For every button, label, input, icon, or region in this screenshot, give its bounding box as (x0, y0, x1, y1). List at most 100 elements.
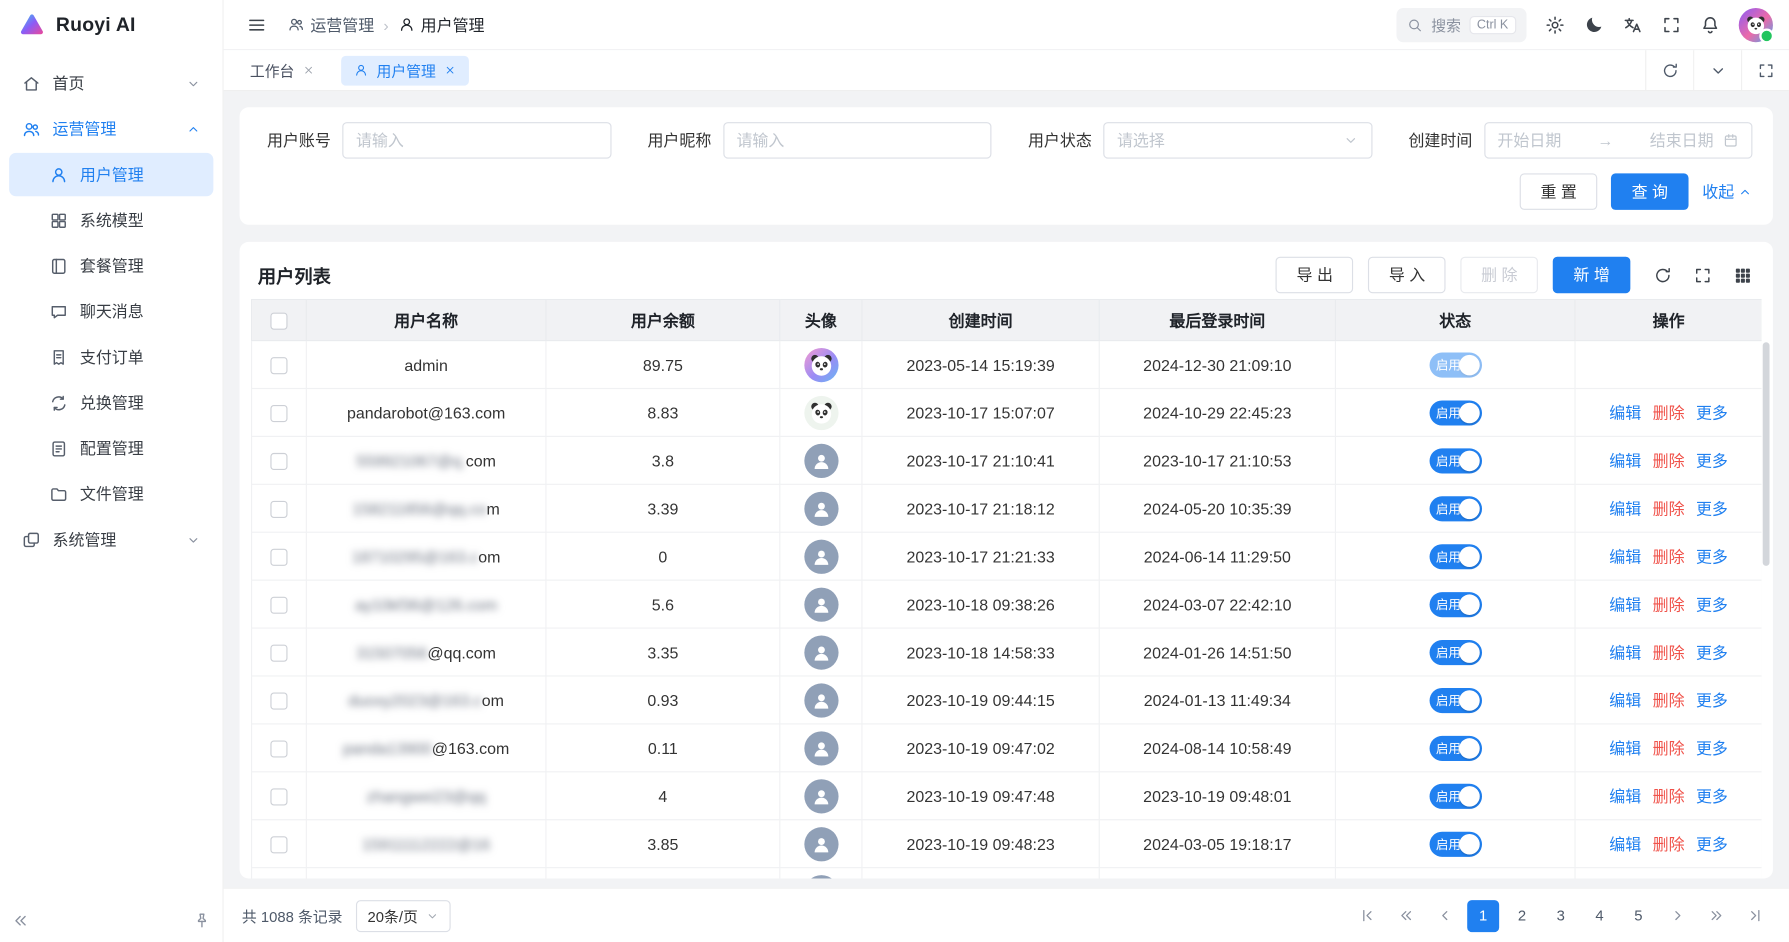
user-status-select[interactable]: 请选择 (1103, 122, 1372, 159)
more-link[interactable]: 更多 (1696, 401, 1728, 424)
sidebar-item-package-management[interactable]: 套餐管理 (9, 244, 213, 287)
more-link[interactable]: 更多 (1696, 784, 1728, 807)
jump-backward-button[interactable] (1390, 900, 1422, 932)
sidebar-item-file-management[interactable]: 文件管理 (9, 472, 213, 515)
row-checkbox[interactable] (270, 740, 287, 757)
user-account-input[interactable]: 请输入 (342, 122, 611, 159)
more-link[interactable]: 更多 (1696, 641, 1728, 664)
fullscreen-button[interactable] (1654, 7, 1688, 41)
edit-link[interactable]: 编辑 (1609, 545, 1641, 568)
sidebar-item-system-models[interactable]: 系统模型 (9, 199, 213, 242)
row-checkbox[interactable] (270, 453, 287, 470)
row-checkbox[interactable] (270, 405, 287, 422)
search-input[interactable]: 搜索 Ctrl K (1397, 7, 1527, 41)
delete-link[interactable]: 删除 (1653, 832, 1685, 855)
status-toggle[interactable]: 启用 (1429, 544, 1481, 569)
sidebar-item-chat-messages[interactable]: 聊天消息 (9, 290, 213, 333)
sidebar-item-user-management[interactable]: 用户管理 (9, 153, 213, 196)
close-icon[interactable] (302, 64, 315, 77)
sidebar-item-home[interactable]: 首页 (9, 62, 213, 105)
more-link[interactable]: 更多 (1696, 832, 1728, 855)
delete-link[interactable]: 删除 (1653, 593, 1685, 616)
last-page-button[interactable] (1739, 900, 1771, 932)
prev-page-button[interactable] (1428, 900, 1460, 932)
edit-link[interactable]: 编辑 (1609, 497, 1641, 520)
row-checkbox[interactable] (270, 357, 287, 374)
delete-link[interactable]: 删除 (1653, 736, 1685, 759)
language-button[interactable] (1616, 7, 1650, 41)
jump-forward-button[interactable] (1700, 900, 1732, 932)
edit-link[interactable]: 编辑 (1609, 832, 1641, 855)
create-time-range-input[interactable]: 开始日期→结束日期 (1484, 122, 1753, 159)
page-2-button[interactable]: 2 (1506, 900, 1538, 932)
tab-workbench[interactable]: 工作台 (237, 55, 327, 85)
settings-button[interactable] (1538, 7, 1572, 41)
more-link[interactable]: 更多 (1696, 545, 1728, 568)
row-checkbox[interactable] (270, 836, 287, 853)
sidebar-item-config-management[interactable]: 配置管理 (9, 427, 213, 470)
status-toggle[interactable]: 启用 (1429, 783, 1481, 808)
user-avatar[interactable] (1739, 7, 1773, 41)
add-button[interactable]: 新 增 (1553, 257, 1630, 294)
status-toggle[interactable]: 启用 (1429, 352, 1481, 377)
edit-link[interactable]: 编辑 (1609, 736, 1641, 759)
page-5-button[interactable]: 5 (1622, 900, 1654, 932)
refresh-button[interactable] (1645, 50, 1693, 90)
reset-button[interactable]: 重 置 (1520, 173, 1597, 210)
content-fullscreen-button[interactable] (1741, 50, 1789, 90)
dark-mode-button[interactable] (1577, 7, 1611, 41)
user-nickname-input[interactable]: 请输入 (723, 122, 992, 159)
import-button[interactable]: 导 入 (1368, 257, 1445, 294)
more-link[interactable]: 更多 (1696, 497, 1728, 520)
page-3-button[interactable]: 3 (1545, 900, 1577, 932)
status-toggle[interactable]: 启用 (1429, 400, 1481, 425)
status-toggle[interactable]: 启用 (1429, 448, 1481, 473)
row-checkbox[interactable] (270, 644, 287, 661)
delete-link[interactable]: 删除 (1653, 641, 1685, 664)
sidebar-item-operations[interactable]: 运营管理 (9, 107, 213, 150)
delete-link[interactable]: 删除 (1653, 689, 1685, 712)
brand[interactable]: Ruoyi AI (0, 0, 222, 50)
tab-options-button[interactable] (1693, 50, 1741, 90)
row-checkbox[interactable] (270, 692, 287, 709)
page-4-button[interactable]: 4 (1584, 900, 1616, 932)
status-toggle[interactable]: 启用 (1429, 592, 1481, 617)
sidebar-item-system[interactable]: 系统管理 (9, 518, 213, 561)
table-fullscreen-button[interactable] (1690, 262, 1715, 287)
row-checkbox[interactable] (270, 501, 287, 518)
page-1-button[interactable]: 1 (1467, 900, 1499, 932)
refresh-table-button[interactable] (1650, 262, 1675, 287)
collapse-filter-link[interactable]: 收起 (1702, 180, 1752, 203)
next-page-button[interactable] (1661, 900, 1693, 932)
column-settings-button[interactable] (1730, 262, 1755, 287)
status-toggle[interactable]: 启用 (1429, 496, 1481, 521)
sidebar-item-exchange-management[interactable]: 兑换管理 (9, 381, 213, 424)
status-toggle[interactable]: 启用 (1429, 735, 1481, 760)
close-icon[interactable] (444, 64, 457, 77)
first-page-button[interactable] (1351, 900, 1383, 932)
edit-link[interactable]: 编辑 (1609, 401, 1641, 424)
breadcrumb-item[interactable]: 运营管理 (288, 13, 375, 36)
delete-link[interactable]: 删除 (1653, 497, 1685, 520)
select-all-checkbox[interactable] (270, 312, 287, 329)
delete-link[interactable]: 删除 (1653, 545, 1685, 568)
query-button[interactable]: 查 询 (1611, 173, 1688, 210)
sidebar-item-payment-orders[interactable]: 支付订单 (9, 335, 213, 378)
export-button[interactable]: 导 出 (1276, 257, 1353, 294)
row-checkbox[interactable] (270, 549, 287, 566)
status-toggle[interactable]: 启用 (1429, 639, 1481, 664)
status-toggle[interactable]: 启用 (1429, 831, 1481, 856)
more-link[interactable]: 更多 (1696, 689, 1728, 712)
tab-user-management[interactable]: 用户管理 (341, 55, 469, 85)
delete-link[interactable]: 删除 (1653, 784, 1685, 807)
notifications-button[interactable] (1693, 7, 1727, 41)
edit-link[interactable]: 编辑 (1609, 593, 1641, 616)
sidebar-toggle-button[interactable] (240, 7, 274, 41)
delete-link[interactable]: 删除 (1653, 401, 1685, 424)
edit-link[interactable]: 编辑 (1609, 689, 1641, 712)
more-link[interactable]: 更多 (1696, 593, 1728, 616)
table-scrollbar[interactable] (1763, 342, 1770, 566)
edit-link[interactable]: 编辑 (1609, 641, 1641, 664)
row-checkbox[interactable] (270, 597, 287, 614)
edit-link[interactable]: 编辑 (1609, 449, 1641, 472)
